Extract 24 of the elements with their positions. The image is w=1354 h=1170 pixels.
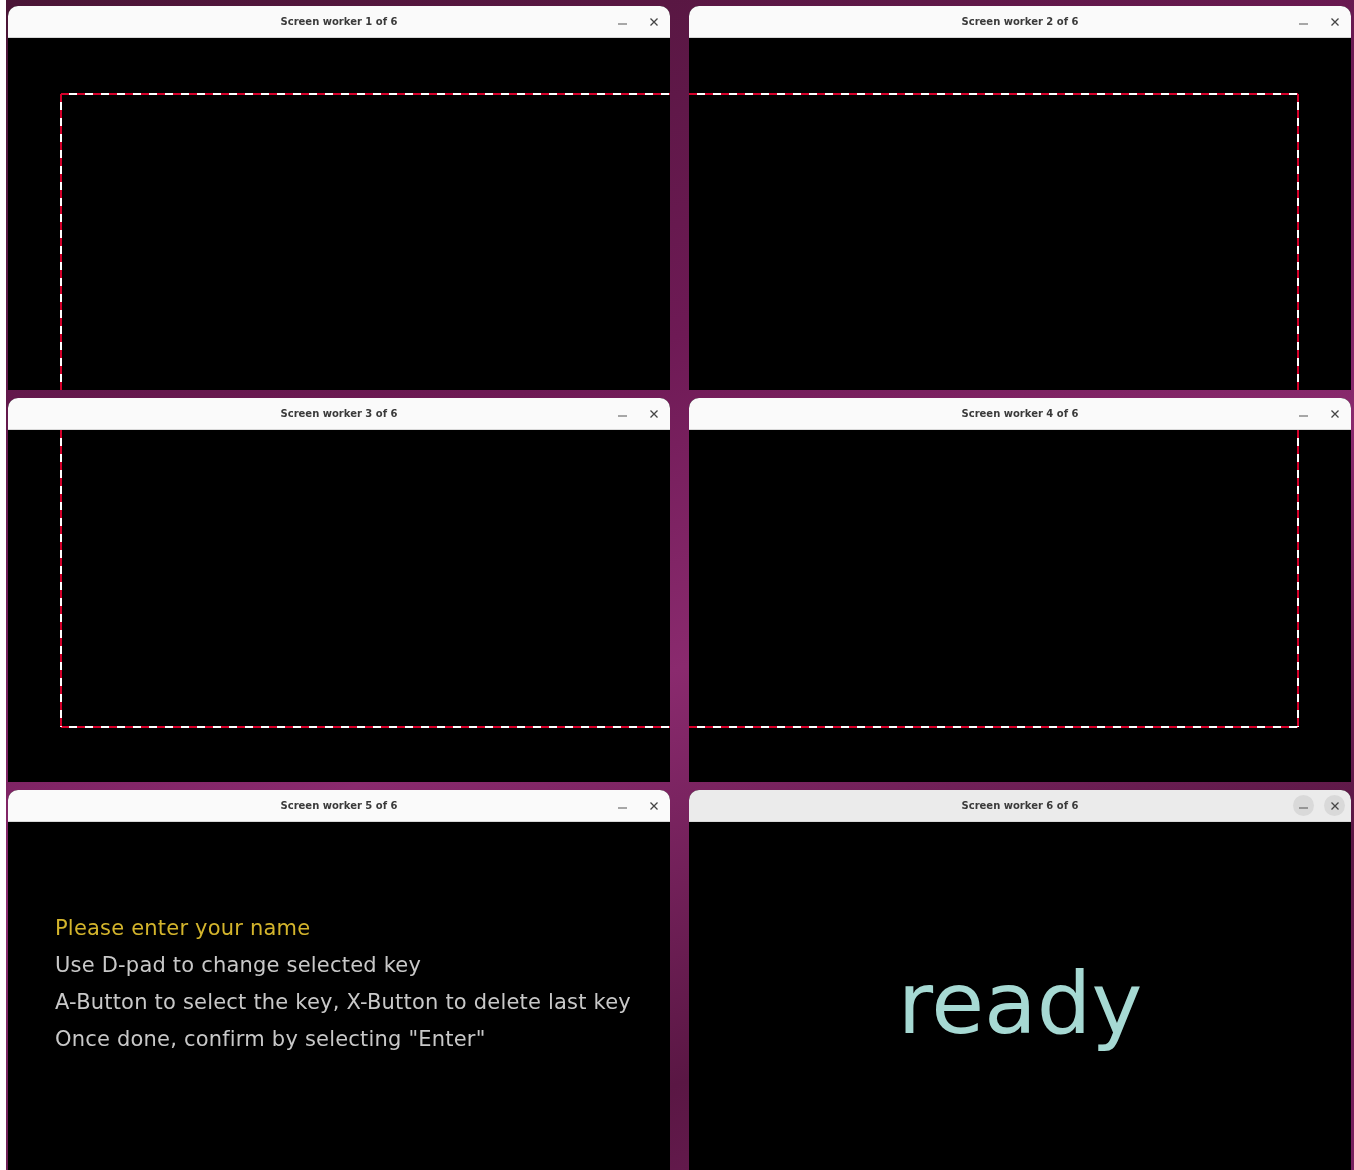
instruction-text: Use D-pad to change selected key: [55, 952, 423, 979]
close-icon: [648, 408, 659, 419]
minimize-icon: [1299, 23, 1308, 25]
close-icon: [1329, 408, 1340, 419]
close-icon: [648, 800, 659, 811]
instruction-text: Once done, confirm by selecting "Enter": [55, 1026, 487, 1053]
window-title: Screen worker 6 of 6: [961, 800, 1079, 811]
close-icon: [1329, 800, 1340, 811]
close-icon: [648, 16, 659, 27]
minimize-icon: [618, 23, 627, 25]
minimize-icon: [618, 415, 627, 417]
window-title: Screen worker 2 of 6: [961, 16, 1079, 27]
minimize-icon: [1299, 415, 1308, 417]
close-button[interactable]: [1324, 795, 1345, 816]
window-title: Screen worker 1 of 6: [280, 16, 398, 27]
minimize-icon: [618, 807, 627, 809]
status-text: ready: [896, 952, 1144, 1055]
minimize-icon: [1299, 807, 1308, 809]
instruction-text: A-Button to select the key, X-Button to delete last key: [55, 989, 632, 1016]
instruction-text: Please enter your name: [55, 915, 312, 942]
close-icon: [1329, 16, 1340, 27]
window-title: Screen worker 5 of 6: [280, 800, 398, 811]
window-title: Screen worker 3 of 6: [280, 408, 398, 419]
window-title: Screen worker 4 of 6: [961, 408, 1079, 419]
